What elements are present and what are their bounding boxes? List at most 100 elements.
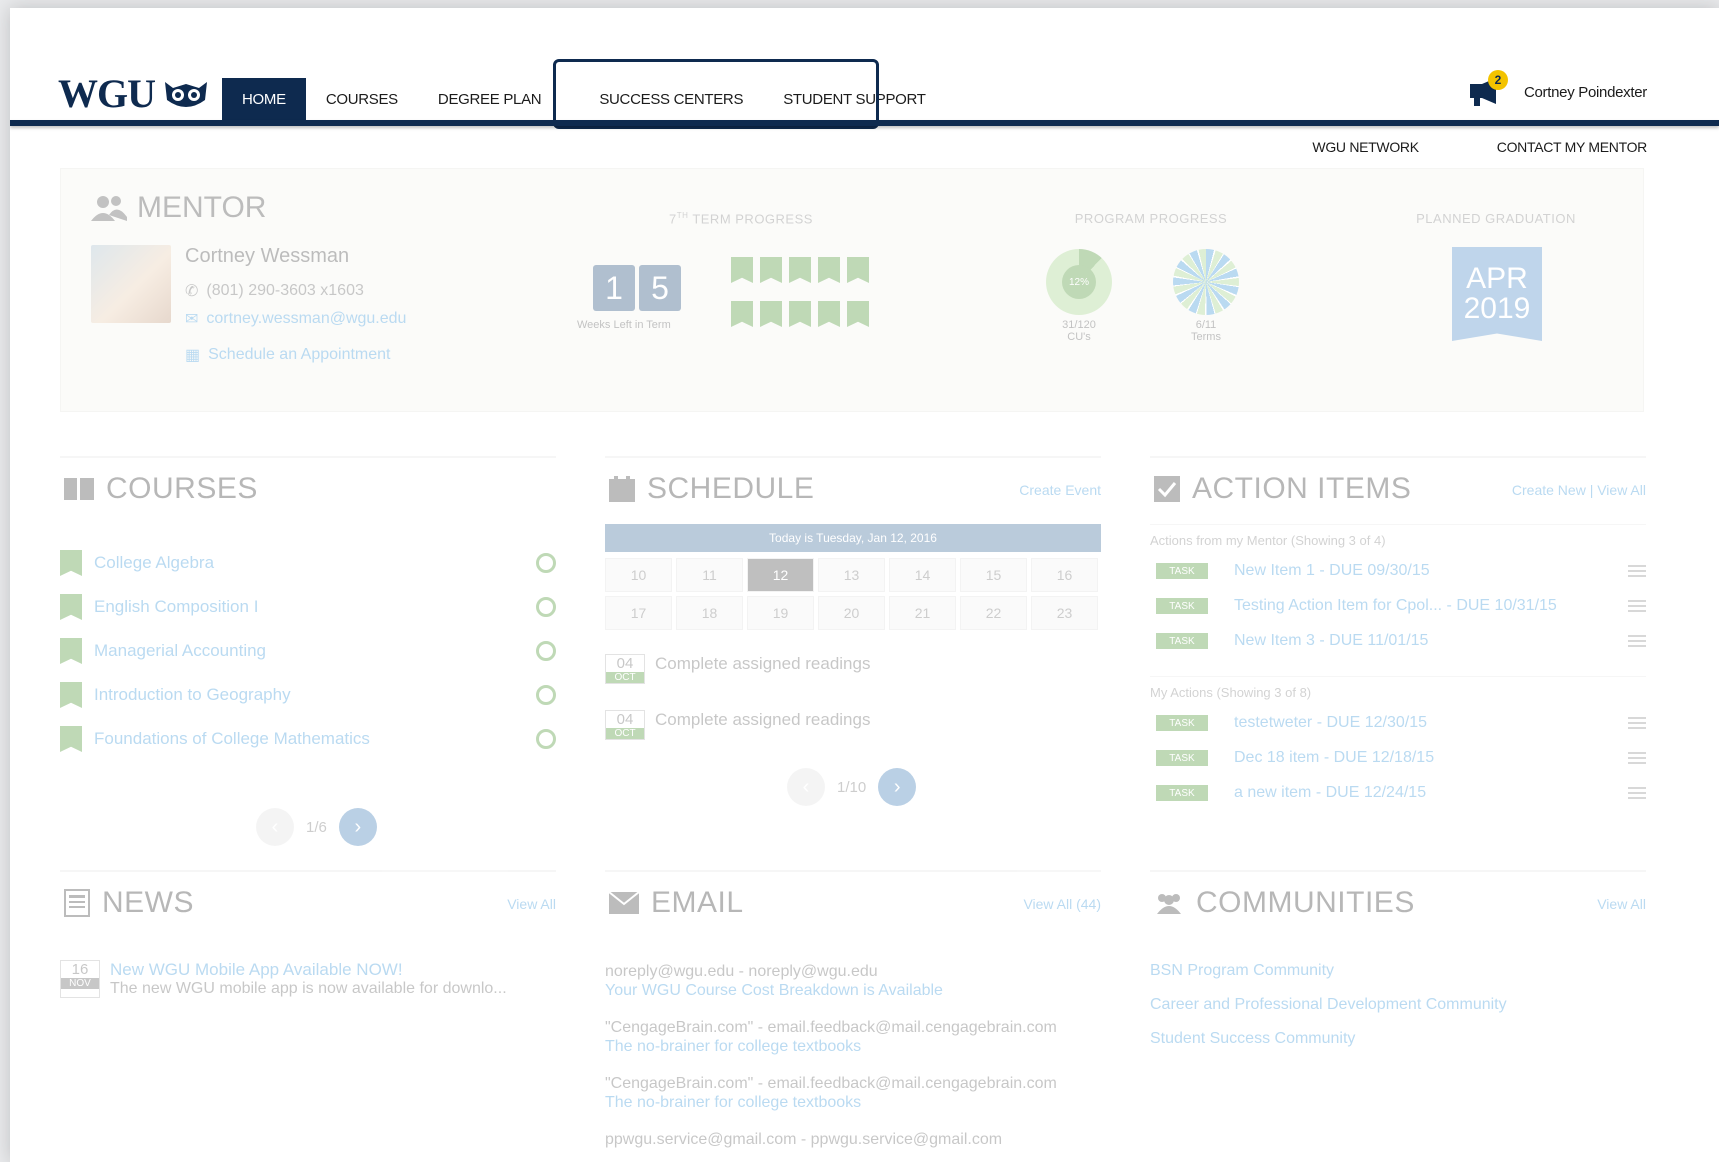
community-link[interactable]: BSN Program Community bbox=[1150, 962, 1334, 980]
term-flag-icon bbox=[731, 301, 753, 327]
email-heading: EMAIL bbox=[609, 886, 744, 920]
community-link[interactable]: Career and Professional Development Comm… bbox=[1150, 996, 1507, 1014]
communities-view-all-link[interactable]: View All bbox=[1597, 896, 1646, 912]
term-flags-row-2 bbox=[731, 301, 869, 327]
calendar-day[interactable]: 14 bbox=[889, 558, 956, 592]
course-item[interactable]: English Composition I bbox=[60, 594, 556, 620]
calendar-day[interactable]: 11 bbox=[676, 558, 743, 592]
calendar-day[interactable]: 15 bbox=[960, 558, 1027, 592]
menu-icon[interactable] bbox=[1628, 600, 1646, 612]
envelope-icon: ✉ bbox=[185, 311, 199, 328]
action-item[interactable]: TASK New Item 3 - DUE 11/01/15 bbox=[1156, 632, 1646, 650]
calendar-day[interactable]: 18 bbox=[676, 596, 743, 630]
schedule-appointment-link[interactable]: ▦ Schedule an Appointment bbox=[185, 345, 390, 365]
weeks-left-label: Weeks Left in Term bbox=[577, 319, 671, 331]
menu-icon[interactable] bbox=[1628, 787, 1646, 799]
menu-icon[interactable] bbox=[1628, 635, 1646, 647]
news-view-all-link[interactable]: View All bbox=[507, 896, 556, 912]
menu-icon[interactable] bbox=[1628, 717, 1646, 729]
terms-progress-donut bbox=[1173, 249, 1239, 315]
cu-percent: 12% bbox=[1062, 265, 1096, 299]
calendar-day[interactable]: 10 bbox=[605, 558, 672, 592]
email-item[interactable]: noreply@wgu.edu - noreply@wgu.edu Your WG… bbox=[605, 962, 943, 1000]
mentor-email: cortney.wessman@wgu.edu bbox=[206, 310, 407, 327]
calendar-day[interactable]: 19 bbox=[747, 596, 814, 630]
courses-section: COURSES College Algebra English Composit… bbox=[60, 456, 556, 846]
course-item[interactable]: Managerial Accounting bbox=[60, 638, 556, 664]
email-item[interactable]: ppwgu.service@gmail.com - ppwgu.service@… bbox=[605, 1130, 1002, 1149]
action-item[interactable]: TASK New Item 1 - DUE 09/30/15 bbox=[1156, 562, 1646, 580]
calendar-day[interactable]: 21 bbox=[889, 596, 956, 630]
email-item[interactable]: "CengageBrain.com" - email.feedback@mail… bbox=[605, 1018, 1057, 1056]
term-flag-icon bbox=[760, 301, 782, 327]
task-tag: TASK bbox=[1156, 633, 1208, 649]
term-flags-row-1 bbox=[731, 257, 869, 283]
event-item[interactable]: 04 OCT Complete assigned readings bbox=[605, 654, 870, 684]
mentor-avatar bbox=[91, 245, 171, 323]
schedule-section: SCHEDULE Create Event Today is Tuesday, … bbox=[605, 456, 1101, 806]
mentor-phone-row: ✆ (801) 290-3603 x1603 bbox=[185, 281, 364, 301]
mentor-heading-text: MENTOR bbox=[137, 191, 267, 224]
course-item[interactable]: Foundations of College Mathematics bbox=[60, 726, 556, 752]
course-flag-icon bbox=[60, 550, 82, 576]
task-tag: TASK bbox=[1156, 715, 1208, 731]
next-page-button[interactable]: › bbox=[878, 768, 917, 806]
group-icon bbox=[1157, 894, 1181, 914]
community-link[interactable]: Student Success Community bbox=[1150, 1030, 1355, 1048]
course-item[interactable]: College Algebra bbox=[60, 550, 556, 576]
action-item[interactable]: TASK Testing Action Item for Cpol... - DU… bbox=[1156, 597, 1646, 615]
event-date: 04 OCT bbox=[605, 654, 645, 684]
email-view-all-link[interactable]: View All (44) bbox=[1023, 896, 1101, 912]
weeks-left-digit-2: 5 bbox=[639, 265, 681, 311]
action-items-section: ACTION ITEMS Create New | View All Actio… bbox=[1150, 456, 1646, 801]
action-items-heading: ACTION ITEMS bbox=[1154, 472, 1411, 506]
term-progress-title: 7TH TERM PROGRESS bbox=[669, 211, 813, 227]
terms-progress-label: 6/11 Terms bbox=[1191, 319, 1221, 343]
menu-icon[interactable] bbox=[1628, 752, 1646, 764]
calendar-icon bbox=[609, 476, 635, 502]
calendar-day[interactable]: 16 bbox=[1031, 558, 1098, 592]
calendar-day[interactable]: 17 bbox=[605, 596, 672, 630]
course-flag-icon bbox=[60, 638, 82, 664]
schedule-pager: ‹ 1/10 › bbox=[787, 768, 917, 806]
next-page-button[interactable]: › bbox=[338, 808, 377, 846]
course-status-icon bbox=[536, 553, 556, 573]
calendar-week-1: 10 11 12 13 14 15 16 bbox=[605, 558, 1098, 592]
schedule-appointment-text: Schedule an Appointment bbox=[208, 346, 391, 363]
calendar-day[interactable]: 23 bbox=[1031, 596, 1098, 630]
prev-page-button[interactable]: ‹ bbox=[787, 768, 825, 806]
menu-icon[interactable] bbox=[1628, 565, 1646, 577]
browser-frame: WGU HOME COURSES DEGREE PLAN SUCCESS CEN… bbox=[10, 8, 1719, 1162]
calendar-day[interactable]: 12 bbox=[747, 558, 814, 592]
prev-page-button[interactable]: ‹ bbox=[256, 808, 294, 846]
action-item[interactable]: TASK testetweter - DUE 12/30/15 bbox=[1156, 714, 1646, 732]
action-item[interactable]: TASK Dec 18 item - DUE 12/18/15 bbox=[1156, 749, 1646, 767]
news-desc: The new WGU mobile app is now available … bbox=[110, 980, 507, 997]
mentor-email-row[interactable]: ✉ cortney.wessman@wgu.edu bbox=[185, 309, 406, 329]
graduation-badge: APR 2019 bbox=[1452, 247, 1542, 341]
course-item[interactable]: Introduction to Geography bbox=[60, 682, 556, 708]
news-item[interactable]: 16 NOV New WGU Mobile App Available NOW! … bbox=[60, 960, 507, 998]
email-item[interactable]: "CengageBrain.com" - email.feedback@mail… bbox=[605, 1074, 1057, 1112]
term-flag-icon bbox=[789, 257, 811, 283]
term-flag-icon bbox=[731, 257, 753, 283]
mentor-phone: (801) 290-3603 x1603 bbox=[206, 282, 364, 299]
calendar-icon: ▦ bbox=[185, 347, 201, 364]
event-item[interactable]: 04 OCT Complete assigned readings bbox=[605, 710, 870, 740]
create-event-link[interactable]: Create Event bbox=[1019, 482, 1101, 498]
course-flag-icon bbox=[60, 682, 82, 708]
news-date: 16 NOV bbox=[60, 960, 100, 998]
graduation-title: PLANNED GRADUATION bbox=[1416, 211, 1576, 226]
envelope-icon bbox=[609, 892, 639, 914]
create-view-all-link[interactable]: Create New | View All bbox=[1512, 482, 1646, 498]
action-item[interactable]: TASK a new item - DUE 12/24/15 bbox=[1156, 784, 1646, 802]
calendar-day[interactable]: 22 bbox=[960, 596, 1027, 630]
newspaper-icon bbox=[64, 889, 90, 917]
calendar-day[interactable]: 20 bbox=[818, 596, 885, 630]
phone-icon: ✆ bbox=[185, 283, 199, 300]
communities-section: COMMUNITIES View All BSN Program Communi… bbox=[1150, 870, 1646, 1150]
term-flag-icon bbox=[760, 257, 782, 283]
course-status-icon bbox=[536, 597, 556, 617]
calendar-day[interactable]: 13 bbox=[818, 558, 885, 592]
term-flag-icon bbox=[847, 257, 869, 283]
